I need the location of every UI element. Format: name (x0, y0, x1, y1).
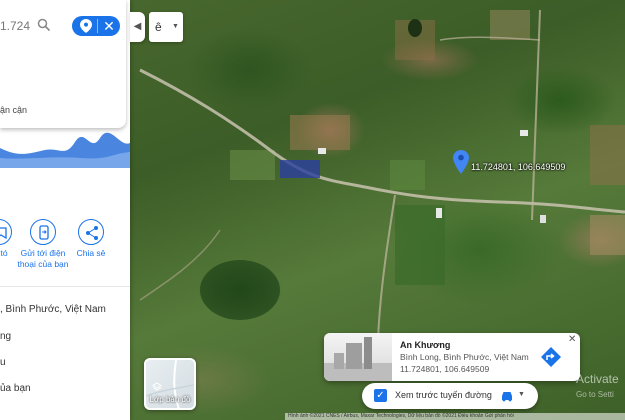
chevron-down-icon[interactable]: ▼ (518, 391, 525, 398)
save-label: tó (0, 248, 8, 258)
activation-watermark: Activate (576, 372, 619, 386)
field-patch (290, 115, 350, 150)
action-buttons: tó Gửi tới điện thoại của bạn Chia sẻ (0, 212, 130, 282)
pond (408, 19, 422, 37)
divider (0, 286, 130, 287)
field-patch (230, 150, 275, 180)
building (540, 215, 546, 223)
dropdown-value: ê (155, 20, 162, 34)
layers-label: Lớp bản đồ (149, 395, 191, 404)
share-icon (86, 226, 98, 240)
info-row-text: ng (0, 331, 12, 342)
building (436, 208, 442, 218)
place-title: An Khương (400, 340, 451, 350)
chevron-down-icon: ▼ (172, 23, 179, 30)
map-layers-button[interactable]: Lớp bản đồ (144, 358, 196, 410)
main-road (139, 68, 625, 214)
send-to-phone-label: Gửi tới điện thoại của bạn (17, 248, 69, 269)
field-patch (590, 125, 625, 185)
send-to-phone-icon (39, 225, 49, 240)
location-pin-icon (80, 19, 92, 33)
layers-icon (152, 382, 162, 391)
info-row-address[interactable]: , Bình Phước, Việt Nam (0, 304, 106, 315)
secondary-road (531, 9, 541, 221)
map-attribution: Hình ảnh ©2021 CNES / Airbus, Maxar Tech… (285, 413, 625, 420)
route-preview-toggle[interactable]: ✓ Xem trước tuyến đường ▼ (362, 383, 538, 409)
info-row-label[interactable]: ng (0, 331, 11, 342)
place-thumbnail[interactable] (324, 333, 392, 381)
info-row-phone[interactable]: ủa bạn (0, 383, 31, 394)
save-icon (0, 227, 7, 240)
chevron-left-icon: ◀ (133, 21, 142, 32)
close-icon[interactable]: ✕ (568, 334, 576, 345)
language-dropdown[interactable]: ê ▼ (149, 12, 183, 42)
elevation-banner (0, 128, 130, 168)
map-marker-icon[interactable] (453, 150, 469, 174)
search-card: 1.72480' ✕ ận cận (0, 0, 126, 128)
place-info-card[interactable]: An Khương Bình Long, Bình Phước, Việt Na… (324, 333, 580, 381)
forest-patch (200, 260, 280, 320)
search-location-toggle[interactable]: ✕ (72, 16, 120, 36)
search-input[interactable]: 1.72480' (0, 19, 30, 33)
place-coordinates: 11.724801, 106.649509 (400, 364, 490, 374)
field-patch (490, 10, 530, 40)
info-row-save[interactable]: u (0, 357, 6, 368)
directions-icon[interactable] (540, 346, 562, 368)
send-to-phone-button[interactable] (30, 219, 56, 245)
save-button[interactable] (0, 219, 12, 245)
search-icon[interactable] (37, 18, 51, 32)
building (280, 160, 320, 178)
activation-watermark-subtitle: Go to Setti (576, 390, 614, 399)
collapse-panel-button[interactable]: ◀ (130, 12, 145, 42)
field-patch (590, 215, 625, 255)
separator (97, 19, 98, 33)
route-preview-label: Xem trước tuyến đường (395, 390, 492, 400)
place-address: Bình Long, Bình Phước, Việt Nam (400, 352, 529, 362)
close-icon[interactable]: ✕ (102, 16, 116, 36)
car-icon (502, 392, 512, 402)
marker-coordinates: 11.724801, 106.649509 (471, 162, 566, 172)
secondary-road (377, 194, 396, 341)
field-patch (390, 160, 425, 190)
building (520, 130, 528, 136)
info-row-text: u (0, 357, 6, 368)
share-button[interactable] (78, 219, 104, 245)
info-row-text: , Bình Phước, Việt Nam (0, 304, 106, 315)
building (318, 148, 326, 154)
nearby-link[interactable]: ận cận (0, 105, 27, 115)
info-row-text: ủa bạn (0, 383, 31, 394)
checkbox-checked-icon[interactable]: ✓ (374, 389, 387, 402)
share-label: Chia sẻ (76, 248, 106, 258)
